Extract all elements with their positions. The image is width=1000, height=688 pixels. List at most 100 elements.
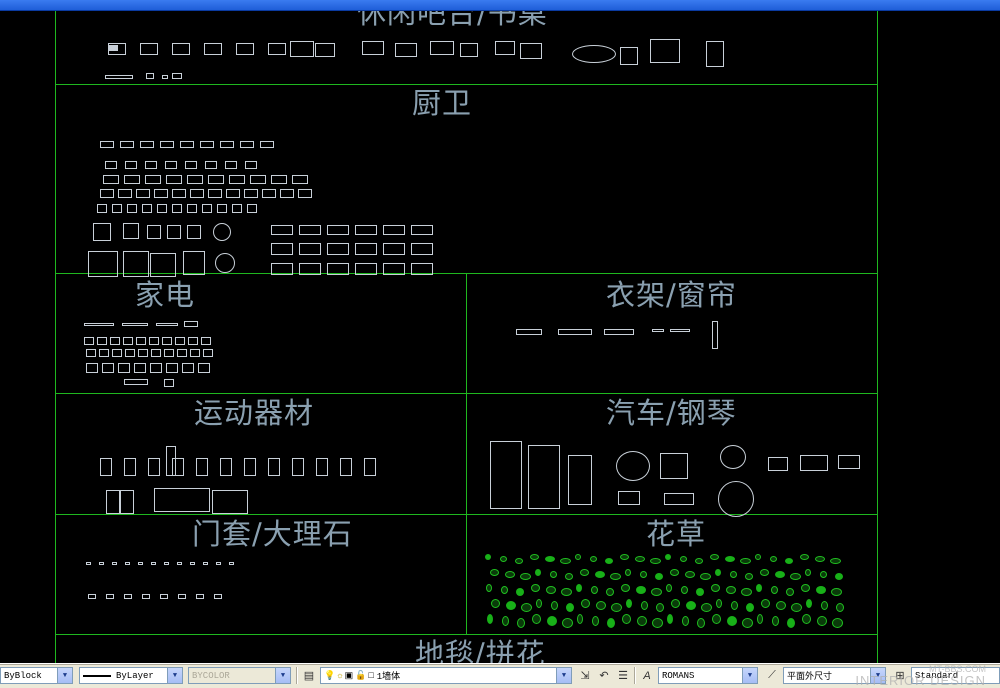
cad-block[interactable] xyxy=(102,363,114,373)
fitness-blocks[interactable] xyxy=(96,438,406,514)
cad-block[interactable] xyxy=(136,189,150,198)
sun-icon[interactable]: ☼ xyxy=(337,671,342,681)
cad-block[interactable] xyxy=(745,573,753,580)
cad-block[interactable] xyxy=(697,618,705,628)
cad-block[interactable] xyxy=(99,562,104,565)
cad-block[interactable] xyxy=(592,616,599,626)
cad-block[interactable] xyxy=(520,43,542,59)
cad-block[interactable] xyxy=(651,588,662,596)
cad-block[interactable] xyxy=(711,584,720,592)
cad-block[interactable] xyxy=(110,337,120,345)
cad-block[interactable] xyxy=(757,614,763,624)
cad-block[interactable] xyxy=(327,243,349,255)
cad-block[interactable] xyxy=(530,554,539,560)
cad-block[interactable] xyxy=(118,363,130,373)
cad-block[interactable] xyxy=(755,554,761,560)
cad-block[interactable] xyxy=(220,141,234,148)
cad-block[interactable] xyxy=(86,363,98,373)
cad-block[interactable] xyxy=(801,584,810,592)
cad-block[interactable] xyxy=(148,458,160,476)
cad-block[interactable] xyxy=(536,599,542,608)
cad-block[interactable] xyxy=(164,349,174,357)
cad-block[interactable] xyxy=(664,493,694,505)
cad-block[interactable] xyxy=(800,554,809,560)
cad-block[interactable] xyxy=(618,491,640,505)
appliance-blocks[interactable] xyxy=(84,319,234,389)
cad-block[interactable] xyxy=(327,263,349,275)
cad-block[interactable] xyxy=(817,616,827,626)
cad-block[interactable] xyxy=(622,614,631,624)
cad-block[interactable] xyxy=(620,47,638,65)
cad-block[interactable] xyxy=(125,161,137,169)
cad-block[interactable] xyxy=(122,323,148,326)
cad-block[interactable] xyxy=(671,599,680,608)
cad-block[interactable] xyxy=(740,558,751,564)
cad-block[interactable] xyxy=(315,43,335,57)
car-piano-blocks[interactable] xyxy=(488,431,863,517)
cad-block[interactable] xyxy=(576,584,582,592)
cad-block[interactable] xyxy=(247,204,257,213)
cad-block[interactable] xyxy=(124,594,132,599)
cad-block[interactable] xyxy=(550,571,557,578)
cad-block[interactable] xyxy=(460,43,478,57)
cad-block[interactable] xyxy=(166,446,176,476)
cad-block[interactable] xyxy=(187,204,197,213)
chevron-down-icon[interactable]: ▼ xyxy=(167,668,182,683)
cad-block[interactable] xyxy=(411,243,433,255)
cad-block[interactable] xyxy=(746,603,754,612)
layer-manager-icon[interactable]: ▤ xyxy=(300,667,318,684)
cad-block[interactable] xyxy=(485,554,491,560)
cad-block[interactable] xyxy=(607,618,615,628)
cad-block[interactable] xyxy=(190,562,195,565)
cad-block[interactable] xyxy=(250,175,266,184)
cad-block[interactable] xyxy=(625,569,631,576)
cad-block[interactable] xyxy=(490,569,499,576)
cad-block[interactable] xyxy=(125,562,130,565)
cad-block[interactable] xyxy=(229,562,234,565)
cad-block[interactable] xyxy=(134,363,146,373)
cad-block[interactable] xyxy=(700,573,711,580)
cad-block[interactable] xyxy=(232,204,242,213)
cad-block[interactable] xyxy=(712,321,718,349)
cad-block[interactable] xyxy=(271,175,287,184)
chevron-down-icon[interactable]: ▼ xyxy=(57,668,72,683)
cad-block[interactable] xyxy=(355,243,377,255)
cad-block[interactable] xyxy=(103,175,119,184)
cad-block[interactable] xyxy=(188,337,198,345)
cad-block[interactable] xyxy=(145,161,157,169)
cad-block[interactable] xyxy=(157,204,167,213)
cad-block[interactable] xyxy=(178,594,186,599)
cad-block[interactable] xyxy=(162,337,172,345)
layer-states-icon[interactable]: ☰ xyxy=(614,667,632,684)
cad-block[interactable] xyxy=(160,141,174,148)
cad-block[interactable] xyxy=(97,337,107,345)
cad-block[interactable] xyxy=(124,458,136,476)
cad-block[interactable] xyxy=(165,161,177,169)
cad-block[interactable] xyxy=(138,349,148,357)
door-marble-blocks[interactable] xyxy=(86,562,236,607)
plant-blocks[interactable] xyxy=(482,552,852,634)
cad-block[interactable] xyxy=(177,349,187,357)
cad-block[interactable] xyxy=(610,573,621,580)
cad-block[interactable] xyxy=(776,601,786,610)
cad-block[interactable] xyxy=(562,618,573,628)
cad-block[interactable] xyxy=(831,588,842,596)
layer-previous-icon[interactable]: ↶ xyxy=(595,667,613,684)
cad-block[interactable] xyxy=(208,189,222,198)
cad-block[interactable] xyxy=(203,562,208,565)
cad-block[interactable] xyxy=(151,562,156,565)
cad-block[interactable] xyxy=(112,562,117,565)
cad-block[interactable] xyxy=(138,562,143,565)
layer-control-dropdown[interactable]: 💡 ☼ ▣ 🔓 □ 1墙体 ▼ xyxy=(320,667,572,684)
cad-block[interactable] xyxy=(577,614,583,624)
cad-block[interactable] xyxy=(787,618,795,628)
cad-block[interactable] xyxy=(730,571,737,578)
text-style-dropdown[interactable]: ROMANS ▼ xyxy=(658,667,758,684)
cad-block[interactable] xyxy=(532,614,541,624)
cad-block[interactable] xyxy=(355,263,377,275)
cad-block[interactable] xyxy=(491,599,500,608)
cad-block[interactable] xyxy=(124,175,140,184)
cad-block[interactable] xyxy=(200,141,214,148)
cad-block[interactable] xyxy=(655,573,663,580)
cad-block[interactable] xyxy=(528,445,560,509)
